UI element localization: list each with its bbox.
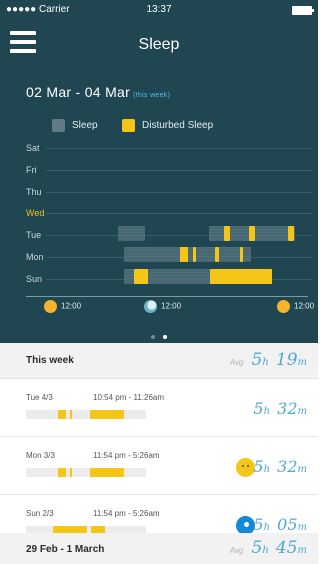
- entry-minutes-unit: m: [297, 464, 307, 475]
- prev-week-section-header[interactable]: 29 Feb - 1 March Avg 5h 45m: [0, 533, 318, 564]
- axis-start-label: 12:00: [61, 301, 82, 311]
- gridline-fri: [46, 170, 312, 171]
- page-indicator[interactable]: [0, 326, 318, 344]
- disturbed-bar-mon[interactable]: [240, 247, 243, 262]
- status-bar: ●●●●● Carrier 13:37: [0, 0, 318, 20]
- entry-minutes-unit: m: [297, 522, 307, 533]
- prev-week-average: Avg 5h 45m: [230, 538, 309, 558]
- entry-hours-unit: h: [263, 406, 271, 417]
- happy-face-icon[interactable]: [236, 458, 255, 477]
- entry-date: Sun 2/3: [26, 509, 54, 518]
- entry-date: Mon 3/3: [26, 451, 55, 460]
- disturbed-segment: [90, 410, 124, 419]
- disturbed-segment: [70, 468, 72, 477]
- entry-sleep-track: [26, 468, 146, 477]
- avg-minutes: 45: [275, 538, 298, 558]
- clock-label: 13:37: [146, 4, 172, 15]
- entry-hours-unit: h: [263, 522, 271, 533]
- day-label-fri: Fri: [26, 165, 37, 175]
- entry-hours: 5: [253, 515, 264, 534]
- prev-week-label: 29 Feb - 1 March: [26, 544, 105, 555]
- page-dot[interactable]: [151, 335, 155, 339]
- entry-hours-unit: h: [263, 464, 271, 475]
- sun-icon: [44, 300, 57, 313]
- axis-mid-label: 12:00: [161, 301, 182, 311]
- disturbed-bar-mon[interactable]: [193, 247, 196, 262]
- disturbed-bar-tue[interactable]: [249, 226, 255, 241]
- avg-hours: 5: [251, 538, 263, 558]
- disturbed-segment: [58, 410, 66, 419]
- avg-minutes-unit: m: [297, 545, 307, 556]
- disturbed-bar-mon[interactable]: [180, 247, 188, 262]
- day-label-sat: Sat: [26, 143, 40, 153]
- day-label-sun: Sun: [26, 274, 43, 284]
- entry-time-span: 11:54 pm - 5:26am: [93, 509, 160, 518]
- sleep-swatch: [52, 119, 65, 132]
- sleep-header-panel: ●●●●● Carrier 13:37 Sleep 02 Mar - 04 Ma…: [0, 0, 318, 343]
- disturbed-bar-tue[interactable]: [224, 226, 230, 241]
- day-label-mon: Mon: [26, 252, 44, 262]
- week-label: This week: [26, 355, 74, 366]
- entry-time-span: 11:54 pm - 5:26am: [93, 451, 160, 460]
- battery-icon: [292, 6, 314, 15]
- page-title: Sleep: [138, 36, 180, 53]
- avg-hours-unit: h: [262, 357, 269, 368]
- entry-duration: 5h 05m: [253, 515, 309, 534]
- day-label-thu: Thu: [26, 187, 42, 197]
- entry-sleep-track: [26, 410, 146, 419]
- legend-sleep-label: Sleep: [72, 120, 98, 131]
- gridline-sat: [46, 148, 312, 149]
- entry-hours: 5: [253, 457, 264, 476]
- avg-label: Avg: [229, 358, 244, 367]
- axis-start: 12:00: [44, 300, 81, 313]
- legend-disturbed-label: Disturbed Sleep: [142, 120, 214, 131]
- gridline-thu: [46, 192, 312, 193]
- week-average: Avg 5h 19m: [230, 350, 309, 370]
- entry-time-span: 10:54 pm - 11:26am: [93, 393, 165, 402]
- week-section-header: This week Avg 5h 19m: [0, 343, 318, 379]
- disturbed-bar-tue[interactable]: [288, 226, 294, 241]
- day-label-wed: Wed: [26, 208, 45, 218]
- gridline-wed: [46, 213, 312, 214]
- time-axis: [26, 296, 308, 297]
- disturbed-bar-sun[interactable]: [134, 269, 148, 284]
- entry-minutes: 32: [277, 457, 298, 476]
- entry-minutes-unit: m: [297, 406, 307, 417]
- sun-icon: [277, 300, 290, 313]
- disturbed-bar-mon[interactable]: [215, 247, 219, 262]
- entry-minutes: 05: [277, 515, 298, 534]
- moon-icon: [144, 300, 157, 313]
- axis-mid: 12:00: [144, 300, 181, 313]
- entry-duration: 5h 32m: [253, 457, 309, 476]
- avg-hours-unit: h: [262, 545, 269, 556]
- avg-minutes-unit: m: [297, 357, 307, 368]
- disturbed-swatch: [122, 119, 135, 132]
- disturbed-bar-sun[interactable]: [210, 269, 272, 284]
- entry-minutes: 32: [277, 399, 298, 418]
- disturbed-segment: [70, 410, 72, 419]
- this-week-tag: (this week): [133, 92, 171, 99]
- disturbed-segment: [58, 468, 66, 477]
- avg-label: Avg: [229, 546, 244, 555]
- axis-end: 12:00: [277, 300, 314, 313]
- sleep-entry-row[interactable]: Tue 4/3 10:54 pm - 11:26am 5h 32m: [0, 379, 318, 437]
- entry-date: Tue 4/3: [26, 393, 53, 402]
- date-range[interactable]: 02 Mar - 04 Mar (this week): [26, 84, 170, 100]
- avg-hours: 5: [251, 350, 263, 370]
- date-range-label: 02 Mar - 04 Mar: [26, 84, 131, 100]
- entry-duration: 5h 32m: [253, 399, 309, 418]
- sleep-entry-row[interactable]: Mon 3/3 11:54 pm - 5:26am 5h 32m: [0, 437, 318, 495]
- disturbed-segment: [90, 468, 124, 477]
- axis-end-label: 12:00: [294, 301, 315, 311]
- day-label-tue: Tue: [26, 230, 42, 240]
- entry-hours: 5: [253, 399, 264, 418]
- page-dot-active[interactable]: [163, 335, 167, 339]
- sleep-bar-tue[interactable]: [118, 226, 145, 241]
- avg-minutes: 19: [275, 350, 298, 370]
